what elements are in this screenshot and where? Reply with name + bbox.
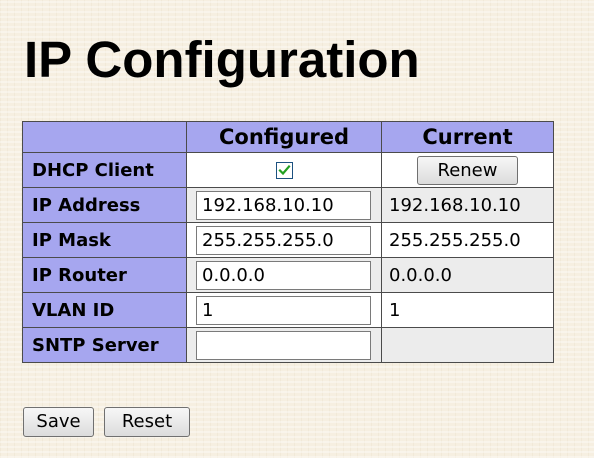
vlan-id-input[interactable] (196, 295, 371, 325)
dhcp-client-configured-cell (187, 153, 382, 188)
ip-router-current: 0.0.0.0 (382, 258, 554, 293)
row-vlan-id: VLAN ID 1 (23, 293, 554, 328)
row-ip-router: IP Router 0.0.0.0 (23, 258, 554, 293)
renew-button[interactable]: Renew (417, 155, 518, 185)
row-label-sntp-server: SNTP Server (23, 328, 187, 363)
ip-address-configured-cell (187, 188, 382, 223)
dhcp-client-checkbox[interactable] (275, 162, 293, 179)
row-label-ip-router: IP Router (23, 258, 187, 293)
ip-config-table: Configured Current DHCP Client Renew IP … (22, 121, 554, 363)
vlan-id-current: 1 (382, 293, 554, 328)
row-ip-mask: IP Mask 255.255.255.0 (23, 223, 554, 258)
header-current: Current (382, 122, 554, 153)
dhcp-client-current-cell: Renew (382, 153, 554, 188)
ip-mask-configured-cell (187, 223, 382, 258)
ip-address-current: 192.168.10.10 (382, 188, 554, 223)
save-button[interactable]: Save (23, 407, 94, 437)
row-dhcp-client: DHCP Client Renew (23, 153, 554, 188)
ip-router-input[interactable] (196, 260, 371, 290)
sntp-server-configured-cell (187, 328, 382, 363)
header-configured: Configured (187, 122, 382, 153)
row-ip-address: IP Address 192.168.10.10 (23, 188, 554, 223)
row-label-ip-address: IP Address (23, 188, 187, 223)
header-corner-cell (23, 122, 187, 153)
ip-mask-input[interactable] (196, 225, 371, 255)
sntp-server-current (382, 328, 554, 363)
page-title: IP Configuration (24, 31, 420, 88)
vlan-id-configured-cell (187, 293, 382, 328)
row-label-ip-mask: IP Mask (23, 223, 187, 258)
checkmark-icon (277, 164, 291, 176)
sntp-server-input[interactable] (196, 330, 371, 360)
table-header-row: Configured Current (23, 122, 554, 153)
row-label-dhcp-client: DHCP Client (23, 153, 187, 188)
ip-mask-current: 255.255.255.0 (382, 223, 554, 258)
ip-address-input[interactable] (196, 190, 371, 220)
ip-router-configured-cell (187, 258, 382, 293)
reset-button[interactable]: Reset (104, 407, 190, 437)
row-label-vlan-id: VLAN ID (23, 293, 187, 328)
row-sntp-server: SNTP Server (23, 328, 554, 363)
